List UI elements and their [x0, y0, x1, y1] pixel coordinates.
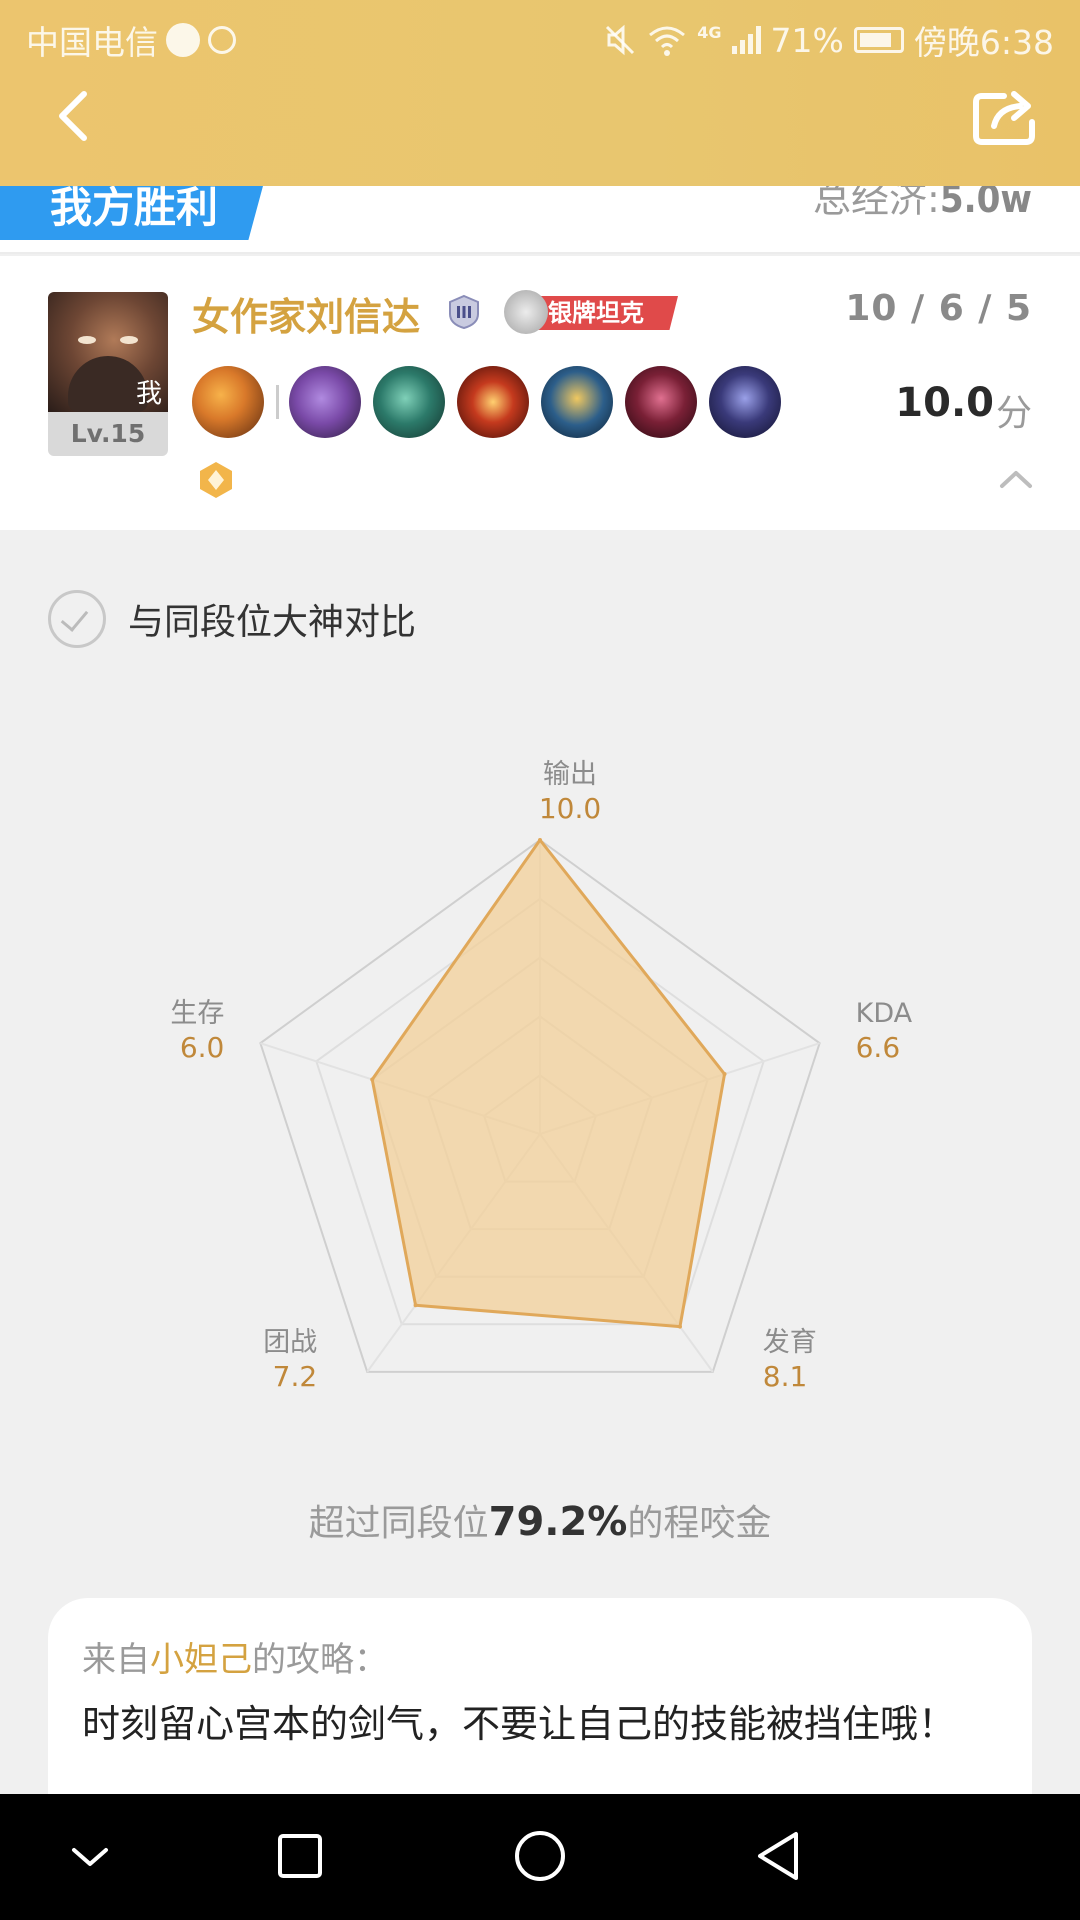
hero-avatar[interactable]: 我: [48, 292, 168, 412]
dark-cloak-item-icon[interactable]: [709, 366, 781, 438]
radar-axis-label: 发育 8.1: [763, 1326, 883, 1394]
radar-data-area: [370, 838, 727, 1329]
tip-after: 的攻略：: [252, 1640, 388, 1680]
demon-armor-item-icon[interactable]: [625, 366, 697, 438]
radar-axis-name: 发育: [762, 1326, 817, 1358]
radar-axis-name: 生存: [170, 998, 225, 1030]
economy-label: 总经济:: [813, 186, 940, 221]
radar-data-point: [370, 1077, 375, 1082]
boots-item-icon[interactable]: [373, 366, 445, 438]
radar-axis-label: 生存 6.0: [104, 997, 224, 1065]
match-score: 10.0: [895, 380, 994, 426]
rank-badge-icon: [449, 294, 479, 330]
radar-axis-value: 6.6: [855, 1031, 901, 1065]
home-circle-icon[interactable]: [510, 1826, 570, 1886]
tip-author[interactable]: 小妲己: [150, 1640, 252, 1680]
network-type-label: 4G: [697, 22, 722, 42]
radar-axis-label: 团战 7.2: [197, 1326, 317, 1394]
gauntlet-item-icon[interactable]: [289, 366, 361, 438]
compare-toggle[interactable]: 与同段位大神对比: [48, 590, 416, 648]
tip-from: 来自: [82, 1640, 150, 1680]
check-circle-icon[interactable]: [48, 590, 106, 648]
equipment-row: [192, 366, 793, 438]
medal-label: 银牌坦克: [536, 296, 678, 330]
radar-axis-value: 6.0: [179, 1031, 225, 1065]
back-icon[interactable]: [50, 88, 100, 144]
radar-axis-name: KDA: [855, 998, 913, 1030]
battery-percent: 71%: [770, 20, 844, 60]
percentile-summary: 超过同段位79.2%的程咬金: [0, 1494, 1080, 1546]
player-card[interactable]: 我 Lv.15 女作家刘信达 银牌坦克 10 / 6 / 5 10.0 分: [0, 256, 1080, 530]
summary-percent: 79.2%: [488, 1499, 628, 1545]
compare-label: 与同段位大神对比: [128, 602, 417, 643]
browser-notification-icon: [166, 23, 200, 57]
avatar-eye: [78, 336, 96, 344]
summary-suffix: 的程咬金: [627, 1503, 772, 1544]
avatar-eye: [120, 336, 138, 344]
share-icon[interactable]: [970, 86, 1040, 146]
me-tag: 我: [135, 379, 162, 409]
score-unit: 分: [995, 393, 1032, 434]
clock: 傍晚6:38: [913, 23, 1054, 62]
chevron-up-icon[interactable]: [998, 468, 1034, 490]
radar-axis-label: KDA 6.6: [856, 997, 976, 1065]
tip-text: 时刻留心宫本的剑气，不要让自己的技能被挡住哦！: [82, 1702, 957, 1746]
kda-score: 10 / 6 / 5: [845, 288, 1032, 329]
spell-flash-icon[interactable]: [192, 366, 264, 438]
system-navigation-bar: [0, 1794, 1080, 1920]
silver-medal-icon: [504, 290, 548, 334]
radar-axis-name: 输出: [543, 759, 597, 790]
radar-axis-value: 10.0: [538, 792, 602, 825]
signal-icon: [731, 26, 761, 54]
divider: [276, 385, 279, 419]
app-header: 中国电信 4G 71% 傍晚6:38: [0, 0, 1080, 186]
total-economy: 总经济:5.0w: [813, 186, 1032, 223]
radar-axis-value: 8.1: [762, 1359, 808, 1393]
buff-icon: [200, 462, 232, 498]
summary-prefix: 超过同段位: [308, 1503, 489, 1544]
fire-orb-item-icon[interactable]: [457, 366, 529, 438]
player-name[interactable]: 女作家刘信达: [192, 286, 420, 341]
carrier-label: 中国电信: [26, 23, 158, 62]
economy-value: 5.0w: [939, 186, 1032, 221]
recent-apps-square-icon[interactable]: [270, 1826, 330, 1886]
victory-banner: 我方胜利: [0, 186, 270, 240]
level-badge: Lv.15: [48, 412, 168, 456]
radar-axis-value: 7.2: [272, 1359, 318, 1393]
timer-icon: [208, 26, 236, 54]
match-result-strip: 我方胜利 总经济:5.0w: [0, 186, 1080, 254]
radar-axis-label: 输出 10.0: [510, 758, 630, 826]
radar-chart: 输出 10.0 KDA 6.6 发育 8.1 团战 7.2 生存 6.0: [0, 700, 1080, 1440]
radar-data-point: [413, 1303, 418, 1308]
radar-axis-name: 团战: [263, 1326, 318, 1358]
radar-data-point: [722, 1072, 727, 1077]
status-bar: 中国电信 4G 71% 傍晚6:38: [0, 0, 1080, 74]
radar-data-point: [538, 838, 542, 842]
wifi-icon: [649, 26, 686, 56]
back-triangle-icon[interactable]: [750, 1826, 810, 1886]
golden-axe-item-icon[interactable]: [541, 366, 613, 438]
hide-nav-chevron-down-icon[interactable]: [60, 1826, 120, 1886]
battery-icon: [853, 27, 904, 53]
medal-badge: 银牌坦克: [504, 290, 678, 334]
tip-source: 来自小妲己的攻略：: [82, 1632, 388, 1681]
radar-data-point: [677, 1324, 682, 1329]
mute-icon: [606, 24, 635, 56]
